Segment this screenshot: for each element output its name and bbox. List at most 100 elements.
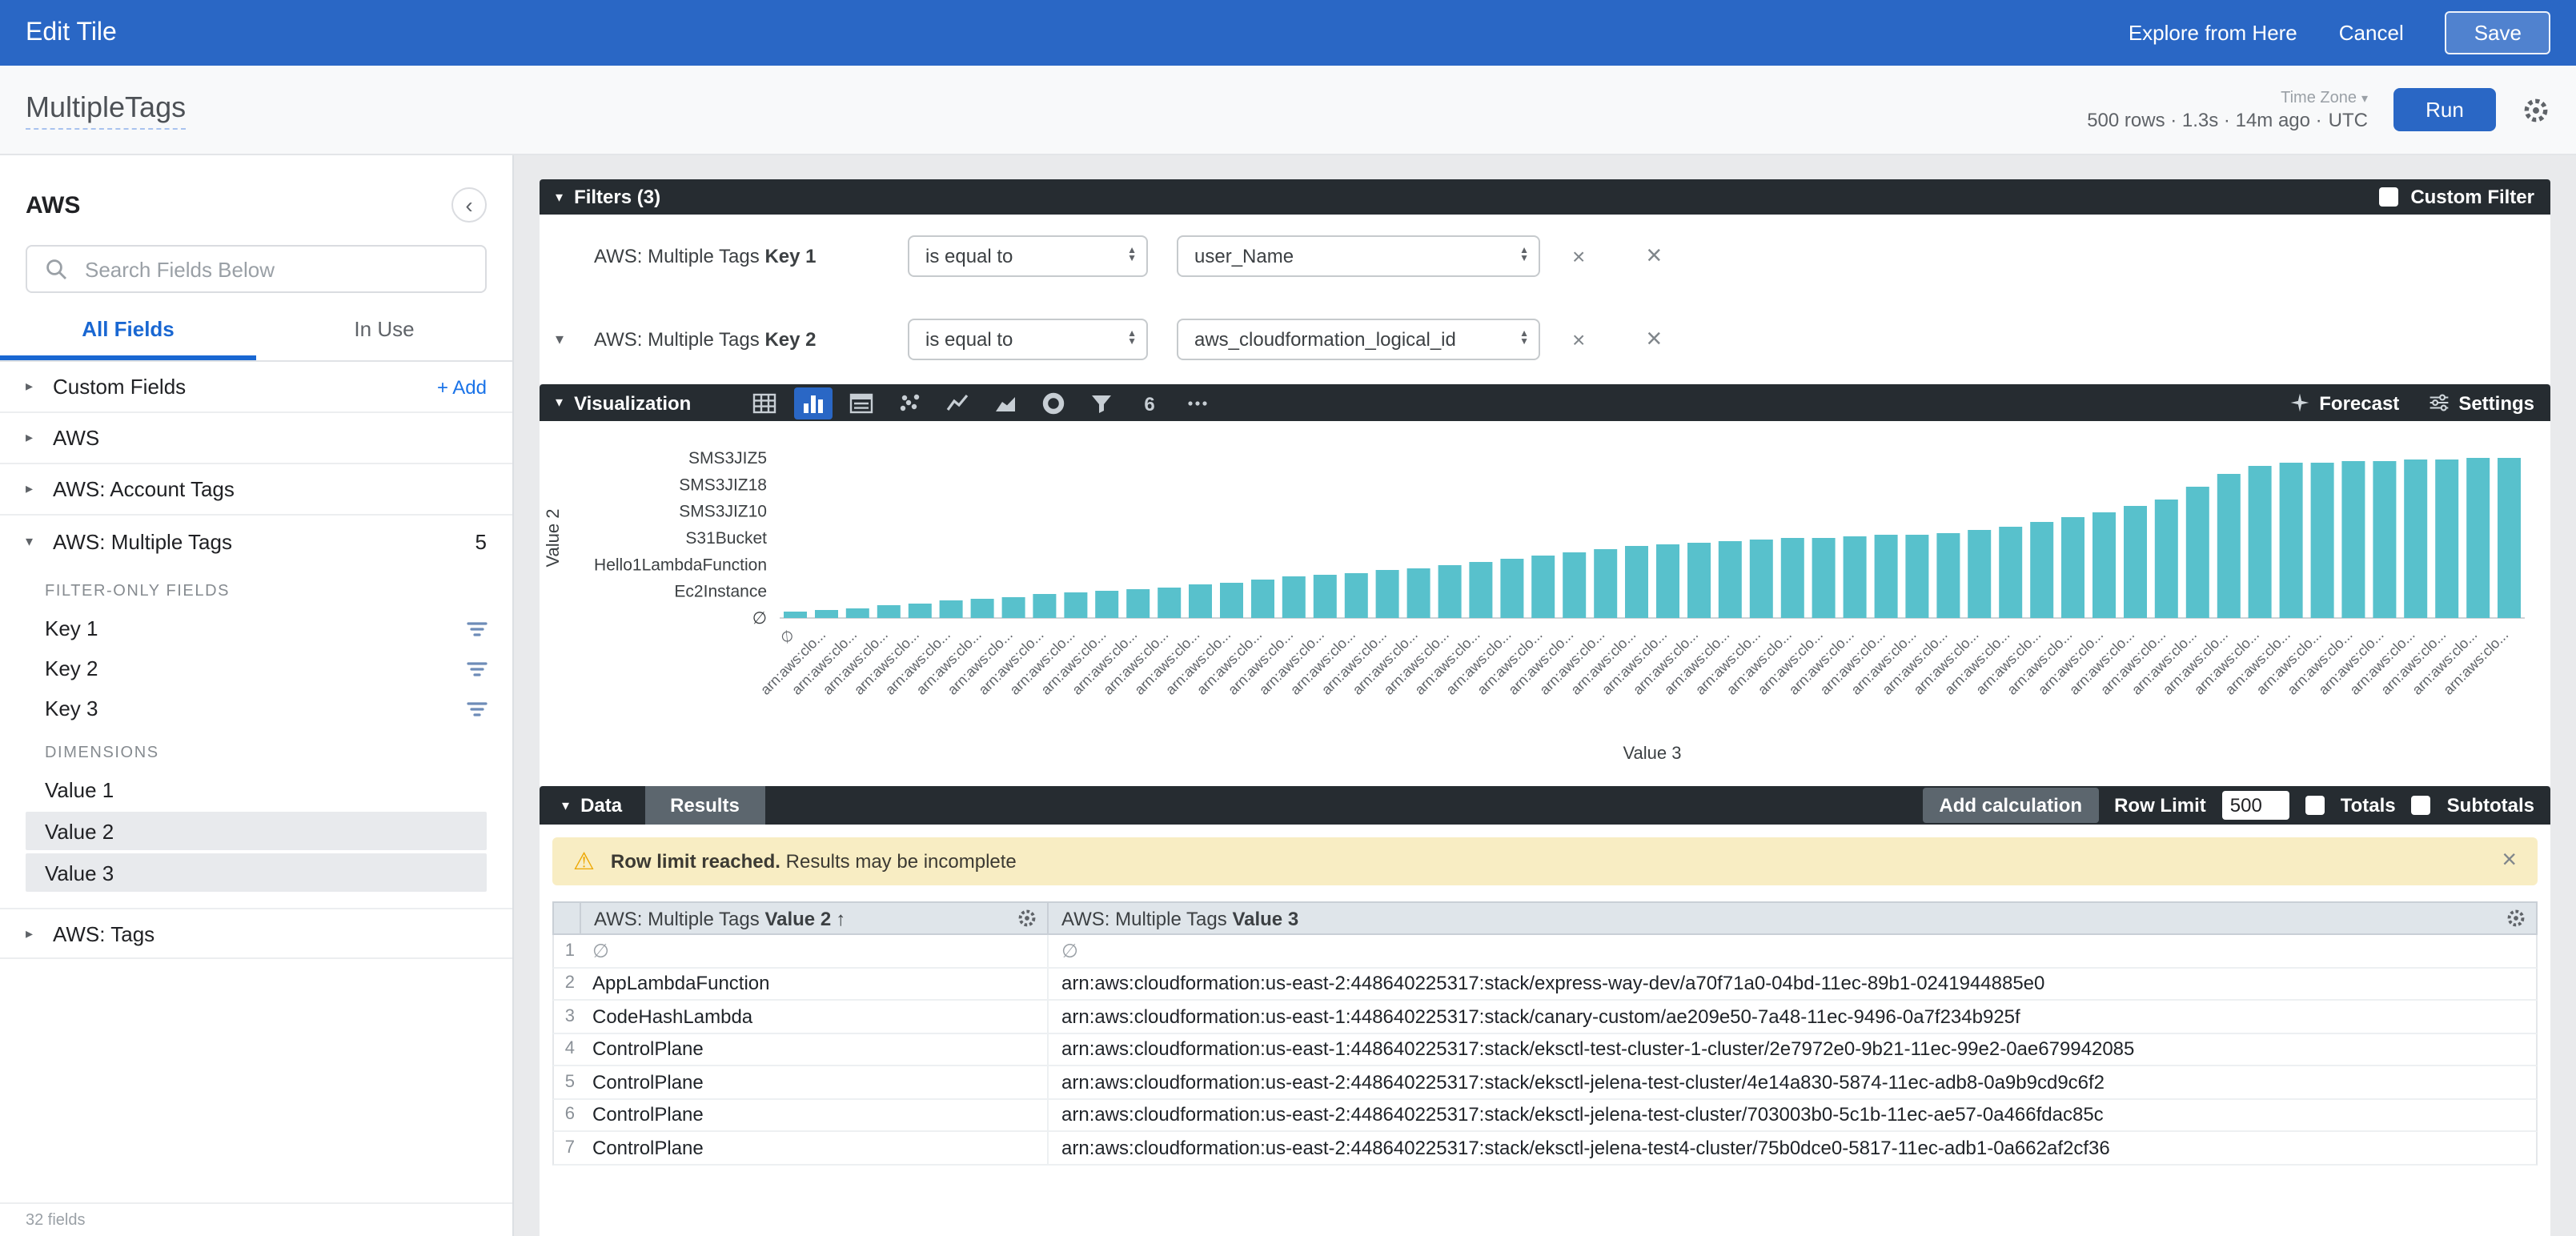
field-count-footer: 32 fields (0, 1202, 512, 1236)
sidebar-item-aws-tags[interactable]: ▸ AWS: Tags (0, 908, 512, 959)
timezone-label: Time Zone (2281, 89, 2357, 106)
dismiss-warning-icon[interactable]: × (2502, 847, 2517, 876)
tile-name-input[interactable]: MultipleTags (26, 90, 186, 129)
tab-in-use[interactable]: In Use (256, 299, 512, 360)
svg-text:6: 6 (1144, 393, 1154, 415)
viz-type-scatter-icon[interactable] (889, 387, 928, 419)
cell-value2: ∅ (580, 940, 1047, 962)
clear-filter-value-icon[interactable]: × (1572, 243, 1585, 269)
filters-header: ▾ Filters (3) Custom Filter (540, 179, 2550, 215)
column-header-value2[interactable]: AWS: Multiple Tags Value 2↑ (580, 903, 1047, 933)
viz-type-donut-icon[interactable] (1033, 387, 1072, 419)
edit-tile-window: Edit Tile Explore from Here Cancel Save … (0, 0, 2576, 1236)
sidebar-field-value-3[interactable]: Value 3 (26, 853, 487, 892)
chevron-down-icon[interactable]: ▾ (556, 331, 581, 348)
table-row[interactable]: 6ControlPlanearn:aws:cloudformation:us-e… (552, 1099, 2538, 1132)
run-button[interactable]: Run (2393, 88, 2496, 131)
add-calculation-button[interactable]: Add calculation (1923, 788, 2098, 823)
visualization-section: ▾ Visualization 6 Forecast Settings (540, 384, 2550, 786)
viz-type-single-record-icon[interactable] (841, 387, 880, 419)
table-row[interactable]: 5ControlPlanearn:aws:cloudformation:us-e… (552, 1066, 2538, 1099)
row-time-stats: 500 rows · 1.3s · 14m ago · (2087, 108, 2321, 130)
filter-icon[interactable] (464, 656, 490, 681)
tab-results[interactable]: Results (644, 786, 765, 825)
sidebar-item-custom-fields[interactable]: ▸ Custom Fields + Add (0, 362, 512, 413)
field-picker-sidebar: AWS ‹ All Fields In Use ▸ Custom Fields … (0, 155, 514, 1236)
page-title: Edit Tile (26, 18, 117, 47)
row-number: 6 (554, 1106, 580, 1125)
svg-text:∅: ∅ (777, 627, 797, 647)
svg-text:Ec2Instance: Ec2Instance (674, 583, 767, 601)
sidebar-item-aws-multiple-tags[interactable]: ▾ AWS: Multiple Tags 5 (0, 516, 512, 567)
filter-icon[interactable] (464, 696, 490, 721)
search-input[interactable] (82, 255, 469, 283)
gear-icon[interactable] (2522, 95, 2550, 124)
sidebar-item-aws-account-tags[interactable]: ▸ AWS: Account Tags (0, 464, 512, 516)
filter-value-select[interactable]: aws_cloudformation_logical_id▲▼ (1177, 319, 1540, 360)
cell-value2: ControlPlane (580, 1104, 1047, 1126)
filter-operator-select[interactable]: is equal to▲▼ (908, 235, 1148, 277)
viz-type-area-icon[interactable] (985, 387, 1024, 419)
top-bar: Edit Tile Explore from Here Cancel Save (0, 0, 2576, 66)
field-label: Value 3 (45, 861, 114, 885)
viz-type-table-icon[interactable] (745, 387, 784, 419)
explore-main: ▾ Filters (3) Custom Filter ▾ AWS: Multip… (514, 155, 2576, 1236)
section-label: AWS: Tags (53, 921, 154, 945)
remove-filter-icon[interactable]: × (1646, 323, 1662, 355)
explore-from-here-link[interactable]: Explore from Here (2129, 21, 2297, 45)
sidebar-field-value-1[interactable]: Value 1 (26, 770, 487, 809)
viz-type-bar-icon[interactable] (793, 387, 832, 419)
remove-filter-icon[interactable]: × (1646, 240, 1662, 272)
sliders-icon (2428, 392, 2449, 413)
results-table: AWS: Multiple Tags Value 2↑ AWS: Multipl… (552, 901, 2538, 1165)
tab-data[interactable]: ▾ Data (540, 786, 644, 825)
collapse-triangle-icon: ▾ (562, 797, 569, 814)
filter-operator-select[interactable]: is equal to▲▼ (908, 319, 1148, 360)
sidebar-field-key-3[interactable]: Key 3 (0, 688, 512, 728)
row-limit-warning-banner: ⚠ Row limit reached. Results may be inco… (552, 837, 2538, 885)
collapse-sidebar-button[interactable]: ‹ (451, 187, 487, 223)
filter-icon[interactable] (464, 616, 490, 641)
field-label: Value 2 (45, 819, 114, 843)
column-header-value3[interactable]: AWS: Multiple Tags Value 3 (1047, 903, 2536, 933)
table-row[interactable]: 7ControlPlanearn:aws:cloudformation:us-e… (552, 1132, 2538, 1165)
viz-header-actions: Forecast Settings (2289, 391, 2534, 414)
table-row[interactable]: 1∅∅ (552, 935, 2538, 968)
explore-title: AWS (26, 191, 80, 219)
data-header-controls: Add calculation Row Limit Totals Subtota… (1923, 788, 2550, 823)
chevron-down-icon: ▾ (26, 532, 38, 550)
svg-text:Value 2: Value 2 (543, 509, 563, 568)
viz-type-line-icon[interactable] (937, 387, 976, 419)
clear-filter-value-icon[interactable]: × (1572, 327, 1585, 352)
subtotals-checkbox[interactable] (2412, 796, 2431, 815)
row-limit-input[interactable] (2222, 791, 2289, 820)
sidebar-field-value-2[interactable]: Value 2 (26, 812, 487, 850)
table-row[interactable]: 4ControlPlanearn:aws:cloudformation:us-e… (552, 1033, 2538, 1066)
viz-type-funnel-icon[interactable] (1081, 387, 1120, 419)
save-button[interactable]: Save (2446, 11, 2550, 54)
viz-type-more-icon[interactable] (1178, 387, 1216, 419)
totals-checkbox[interactable] (2305, 796, 2325, 815)
viz-type-single-value-icon[interactable]: 6 (1130, 387, 1168, 419)
collapse-triangle-icon[interactable]: ▾ (556, 394, 563, 411)
sidebar-item-aws[interactable]: ▸ AWS (0, 413, 512, 464)
svg-text:SMS3JIZ5: SMS3JIZ5 (688, 449, 767, 468)
column-gear-icon[interactable] (1017, 908, 1037, 929)
custom-filter-checkbox[interactable] (2378, 187, 2397, 207)
column-gear-icon[interactable] (2506, 908, 2526, 929)
data-body: ⚠ Row limit reached. Results may be inco… (540, 825, 2550, 1236)
table-row[interactable]: 2AppLambdaFunctionarn:aws:cloudformation… (552, 968, 2538, 1001)
add-custom-field-button[interactable]: + Add (437, 375, 487, 398)
select-arrows-icon: ▲▼ (1127, 248, 1137, 264)
warning-icon: ⚠ (573, 847, 595, 876)
cancel-button[interactable]: Cancel (2339, 21, 2404, 45)
table-row[interactable]: 3CodeHashLambdaarn:aws:cloudformation:us… (552, 1001, 2538, 1033)
tab-all-fields[interactable]: All Fields (0, 299, 256, 360)
sidebar-field-key-2[interactable]: Key 2 (0, 648, 512, 688)
collapse-triangle-icon[interactable]: ▾ (556, 188, 563, 206)
sidebar-field-key-1[interactable]: Key 1 (0, 608, 512, 648)
filter-value-select[interactable]: user_Name▲▼ (1177, 235, 1540, 277)
viz-settings-button[interactable]: Settings (2428, 391, 2534, 414)
forecast-button[interactable]: Forecast (2289, 391, 2399, 414)
timezone-dropdown[interactable]: Time Zone ▾ (2281, 89, 2368, 106)
